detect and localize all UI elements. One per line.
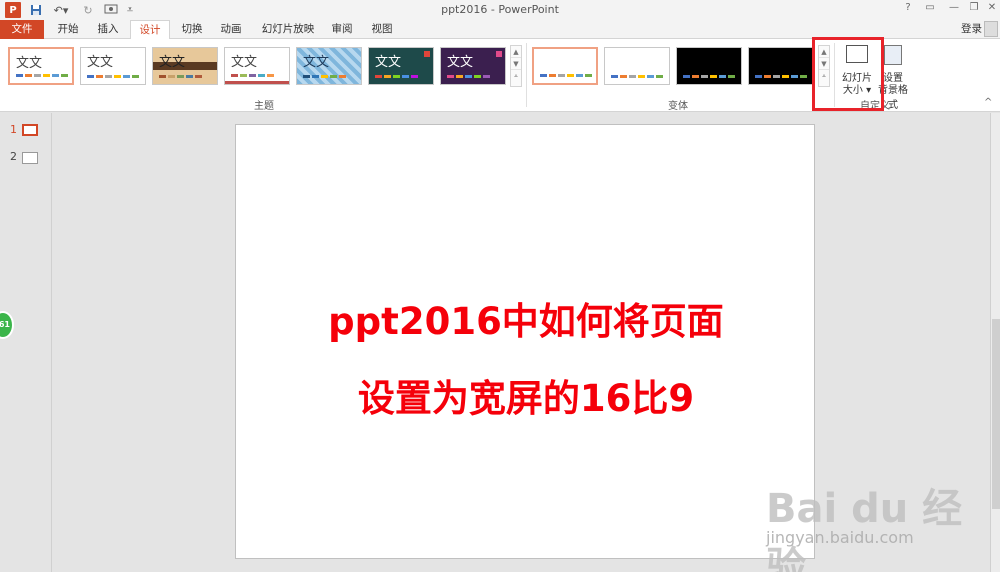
annotation-highlight-box — [812, 37, 884, 111]
theme-pattern[interactable]: 文文 — [296, 47, 362, 85]
theme-color-bars — [375, 75, 418, 78]
variant-2[interactable] — [604, 47, 670, 85]
tab-animations[interactable]: 动画 — [215, 20, 247, 39]
slide-canvas[interactable]: ppt2016中如何将页面 设置为宽屏的16比9 — [235, 124, 815, 559]
format-background-icon — [884, 45, 902, 65]
help-icon[interactable]: ? — [898, 2, 918, 18]
collapse-ribbon-icon[interactable]: ^ — [984, 97, 992, 108]
sign-in-link[interactable]: 登录 — [961, 20, 982, 38]
theme-ion-boardroom[interactable]: 文文 — [440, 47, 506, 85]
variant-color-bars — [611, 75, 663, 78]
watermark-brand: Bai du 经验 — [766, 486, 963, 572]
slide-number-2: 2 — [10, 150, 17, 163]
theme-sample-text: 文文 — [231, 55, 258, 70]
gallery-more-icon[interactable]: ⩡ — [511, 70, 521, 82]
scroll-down-icon[interactable]: ▼ — [511, 58, 521, 70]
theme-ion[interactable]: 文文 — [368, 47, 434, 85]
vertical-scrollbar[interactable] — [990, 113, 1000, 572]
theme-color-bars — [87, 75, 139, 78]
tab-transitions[interactable]: 切换 — [176, 20, 208, 39]
ribbon-display-options-icon[interactable]: ▭ — [920, 2, 940, 18]
slides-panel: 1 2 61 — [0, 113, 52, 572]
window-title: ppt2016 - PowerPoint — [441, 3, 559, 16]
variant-color-bars — [755, 75, 807, 78]
theme-color-bars — [303, 75, 346, 78]
avatar[interactable] — [984, 21, 998, 37]
theme-office-2[interactable]: 文文 — [80, 47, 146, 85]
variant-4[interactable] — [748, 47, 814, 85]
tab-design[interactable]: 设计 — [130, 20, 170, 40]
theme-sample-text: 文文 — [87, 55, 114, 70]
themes-gallery-scroll[interactable]: ▲ ▼ ⩡ — [510, 45, 522, 87]
theme-color-bars — [159, 75, 202, 78]
minimize-icon[interactable]: — — [944, 2, 964, 18]
theme-accent-line — [225, 81, 289, 84]
theme-sample-text: 文文 — [447, 55, 474, 70]
restore-icon[interactable]: ❐ — [964, 2, 984, 18]
tab-home[interactable]: 开始 — [52, 20, 84, 39]
slide-thumbnail-1[interactable] — [22, 124, 38, 136]
slide-number-1: 1 — [10, 123, 17, 136]
theme-corner-mark — [496, 51, 502, 57]
tab-insert[interactable]: 插入 — [92, 20, 124, 39]
close-icon[interactable]: ✕ — [982, 2, 1000, 18]
slide-thumbnail-2[interactable] — [22, 152, 38, 164]
theme-wood[interactable]: 文文 — [152, 47, 218, 85]
variant-1[interactable] — [532, 47, 598, 85]
theme-color-bars — [447, 75, 490, 78]
tab-file[interactable]: 文件 — [0, 20, 44, 39]
theme-sample-text: 文文 — [16, 56, 43, 71]
slide-text-line-1[interactable]: ppt2016中如何将页面 — [236, 291, 816, 345]
watermark: Bai du 经验 jingyan.baidu.com — [766, 470, 966, 572]
watermark-url: jingyan.baidu.com — [766, 528, 914, 547]
theme-sample-text: 文文 — [375, 55, 402, 70]
variants-group-label: 变体 — [668, 101, 688, 112]
floating-badge[interactable]: 61 — [0, 311, 14, 339]
themes-group-label: 主题 — [254, 101, 274, 112]
theme-sample-text: 文文 — [303, 55, 330, 70]
theme-color-bars — [231, 74, 274, 77]
theme-color-bars — [16, 74, 68, 77]
variant-color-bars — [683, 75, 735, 78]
slide-text-line-2[interactable]: 设置为宽屏的16比9 — [236, 368, 816, 422]
theme-sample-text: 文文 — [159, 55, 186, 70]
tab-review[interactable]: 审阅 — [326, 20, 358, 39]
scrollbar-thumb[interactable] — [992, 319, 1000, 509]
theme-corner-mark — [424, 51, 430, 57]
theme-office[interactable]: 文文 — [8, 47, 74, 85]
scroll-up-icon[interactable]: ▲ — [511, 46, 521, 58]
title-bar: P ↶▾ ↻ ⩡ ppt2016 - PowerPoint ? ▭ — ❐ ✕ — [0, 0, 1000, 20]
variant-3[interactable] — [676, 47, 742, 85]
variant-color-bars — [540, 74, 592, 77]
tab-view[interactable]: 视图 — [366, 20, 398, 39]
tab-slide-show[interactable]: 幻灯片放映 — [256, 20, 320, 39]
group-separator — [526, 43, 527, 107]
theme-retrospect[interactable]: 文文 — [224, 47, 290, 85]
